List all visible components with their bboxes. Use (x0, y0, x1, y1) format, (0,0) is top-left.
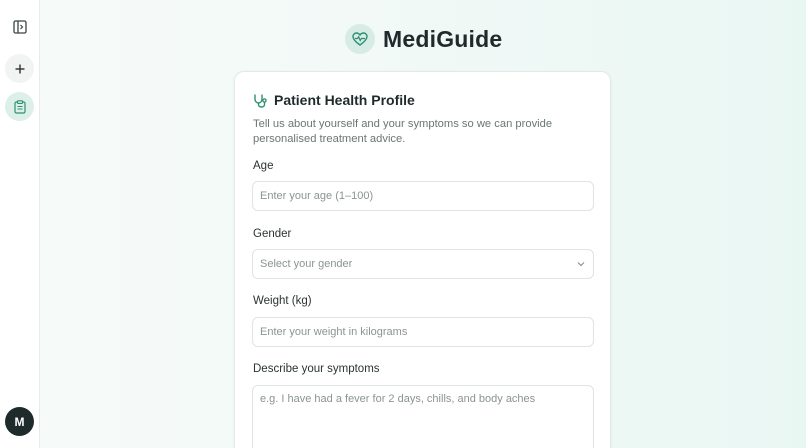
gender-label: Gender (253, 228, 292, 240)
health-profile-nav-button[interactable] (5, 92, 34, 121)
age-label: Age (253, 160, 274, 172)
card-title: Patient Health Profile (274, 92, 415, 108)
brand-logo (345, 24, 375, 54)
sidebar: M (0, 0, 40, 448)
sidebar-toggle-button[interactable] (5, 12, 34, 41)
gender-select-placeholder: Select your gender (260, 258, 353, 270)
card-description: Tell us about yourself and your symptoms… (253, 118, 553, 145)
symptoms-label: Describe your symptoms (253, 363, 380, 375)
plus-icon (15, 64, 24, 73)
stethoscope-icon (254, 94, 267, 108)
age-input[interactable] (252, 181, 594, 211)
panel-toggle-icon (12, 19, 27, 34)
card-header: Patient Health Profile (253, 92, 415, 108)
heart-pulse-icon (352, 32, 368, 46)
clipboard-icon (13, 99, 26, 114)
health-profile-card: Patient Health Profile Tell us about you… (234, 71, 611, 448)
symptoms-textarea[interactable] (252, 385, 594, 448)
new-chat-button[interactable] (5, 54, 34, 83)
avatar-initial: M (14, 414, 25, 429)
chevron-down-icon (577, 262, 585, 267)
app-title: MediGuide (383, 25, 503, 52)
weight-input[interactable] (252, 317, 594, 347)
weight-label: Weight (kg) (253, 295, 312, 307)
user-avatar[interactable]: M (5, 407, 34, 436)
brand-header: MediGuide (345, 24, 502, 54)
gender-select[interactable]: Select your gender (252, 249, 594, 279)
